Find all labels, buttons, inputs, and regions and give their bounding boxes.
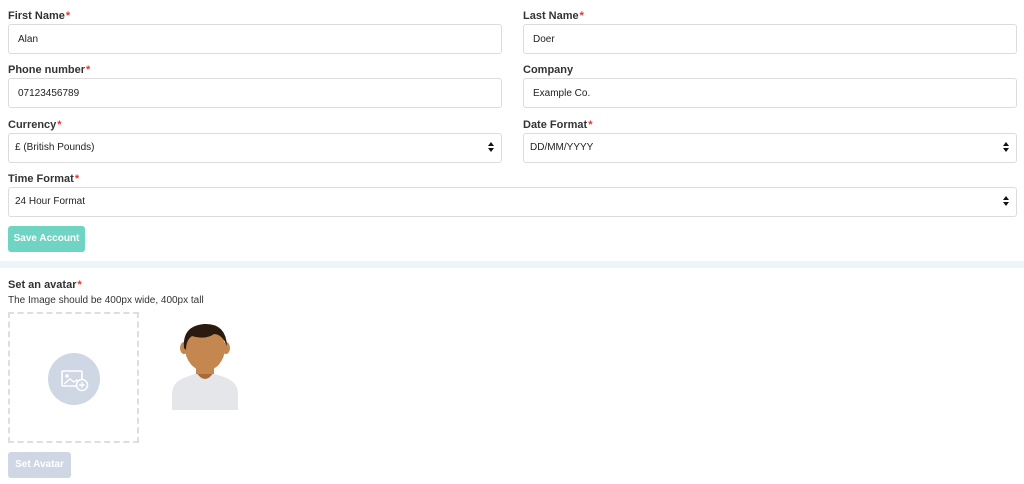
phone-input[interactable] [8, 78, 502, 108]
date-format-select[interactable]: DD/MM/YYYY [523, 133, 1017, 163]
time-format-select[interactable]: 24 Hour Format [8, 187, 1017, 217]
select-caret-icon [488, 142, 496, 154]
avatar-size-hint: The Image should be 400px wide, 400px ta… [8, 295, 204, 306]
image-add-icon [48, 353, 100, 405]
last-name-input[interactable] [523, 24, 1017, 54]
currency-select[interactable]: £ (British Pounds) [8, 133, 502, 163]
date-format-selected-value: DD/MM/YYYY [530, 142, 594, 153]
avatar-dropzone[interactable] [8, 312, 139, 443]
last-name-label: Last Name* [523, 10, 584, 22]
time-format-selected-value: 24 Hour Format [15, 196, 86, 207]
company-input[interactable] [523, 78, 1017, 108]
currency-selected-value: £ (British Pounds) [15, 142, 95, 153]
required-marker: * [588, 119, 593, 131]
date-format-label: Date Format* [523, 119, 593, 131]
select-caret-icon [1003, 196, 1011, 208]
first-name-label: First Name* [8, 10, 71, 22]
phone-label: Phone number* [8, 64, 91, 76]
required-marker: * [86, 64, 91, 76]
required-marker: * [74, 173, 80, 185]
section-divider [0, 261, 1024, 268]
time-format-label: Time Format* [8, 173, 80, 185]
company-label: Company [523, 64, 574, 76]
required-marker: * [579, 10, 584, 22]
first-name-input[interactable] [8, 24, 502, 54]
set-avatar-button[interactable]: Set Avatar [8, 452, 71, 478]
required-marker: * [57, 119, 62, 131]
save-account-button[interactable]: Save Account [8, 226, 85, 252]
required-marker: * [65, 10, 71, 22]
currency-label: Currency* [8, 119, 62, 131]
avatar-section-title: Set an avatar* [8, 279, 82, 291]
select-caret-icon [1003, 142, 1011, 154]
default-avatar-icon [170, 320, 240, 410]
required-marker: * [77, 279, 82, 291]
